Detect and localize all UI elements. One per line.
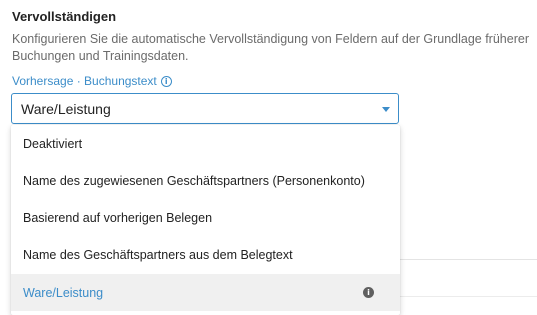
info-icon[interactable]: i <box>160 75 172 87</box>
option-label: Deaktiviert <box>23 136 83 151</box>
divider <box>400 259 537 260</box>
option-deaktiviert[interactable]: Deaktiviert <box>11 125 400 162</box>
option-ware-leistung[interactable]: Ware/Leistung i <box>11 274 400 311</box>
info-icon[interactable]: i <box>363 287 374 298</box>
field-label: Vorhersage · Buchungstext i <box>12 74 172 88</box>
select-value: Ware/Leistung <box>21 101 111 117</box>
dropdown-menu: Deaktiviert Name des zugewiesenen Geschä… <box>11 125 400 315</box>
divider <box>400 296 537 297</box>
section-description: Konfigurieren Sie die automatische Vervo… <box>12 32 529 63</box>
option-label: Basierend auf vorherigen Belegen <box>23 210 213 225</box>
option-label: Name des zugewiesenen Geschäftspartners … <box>23 173 365 188</box>
option-zugewiesener-partner[interactable]: Name des zugewiesenen Geschäftspartners … <box>11 162 400 199</box>
option-vorherige-belege[interactable]: Basierend auf vorherigen Belegen <box>11 199 400 236</box>
option-label: Ware/Leistung <box>23 285 104 300</box>
caret-down-icon[interactable] <box>382 107 390 112</box>
prediction-select[interactable]: Ware/Leistung <box>11 93 399 124</box>
option-label: Name des Geschäftspartners aus dem Beleg… <box>23 247 293 262</box>
section-title: Vervollständigen <box>12 9 117 24</box>
option-partner-belegtext[interactable]: Name des Geschäftspartners aus dem Beleg… <box>11 236 400 273</box>
field-label-text: Vorhersage · Buchungstext <box>12 74 157 88</box>
